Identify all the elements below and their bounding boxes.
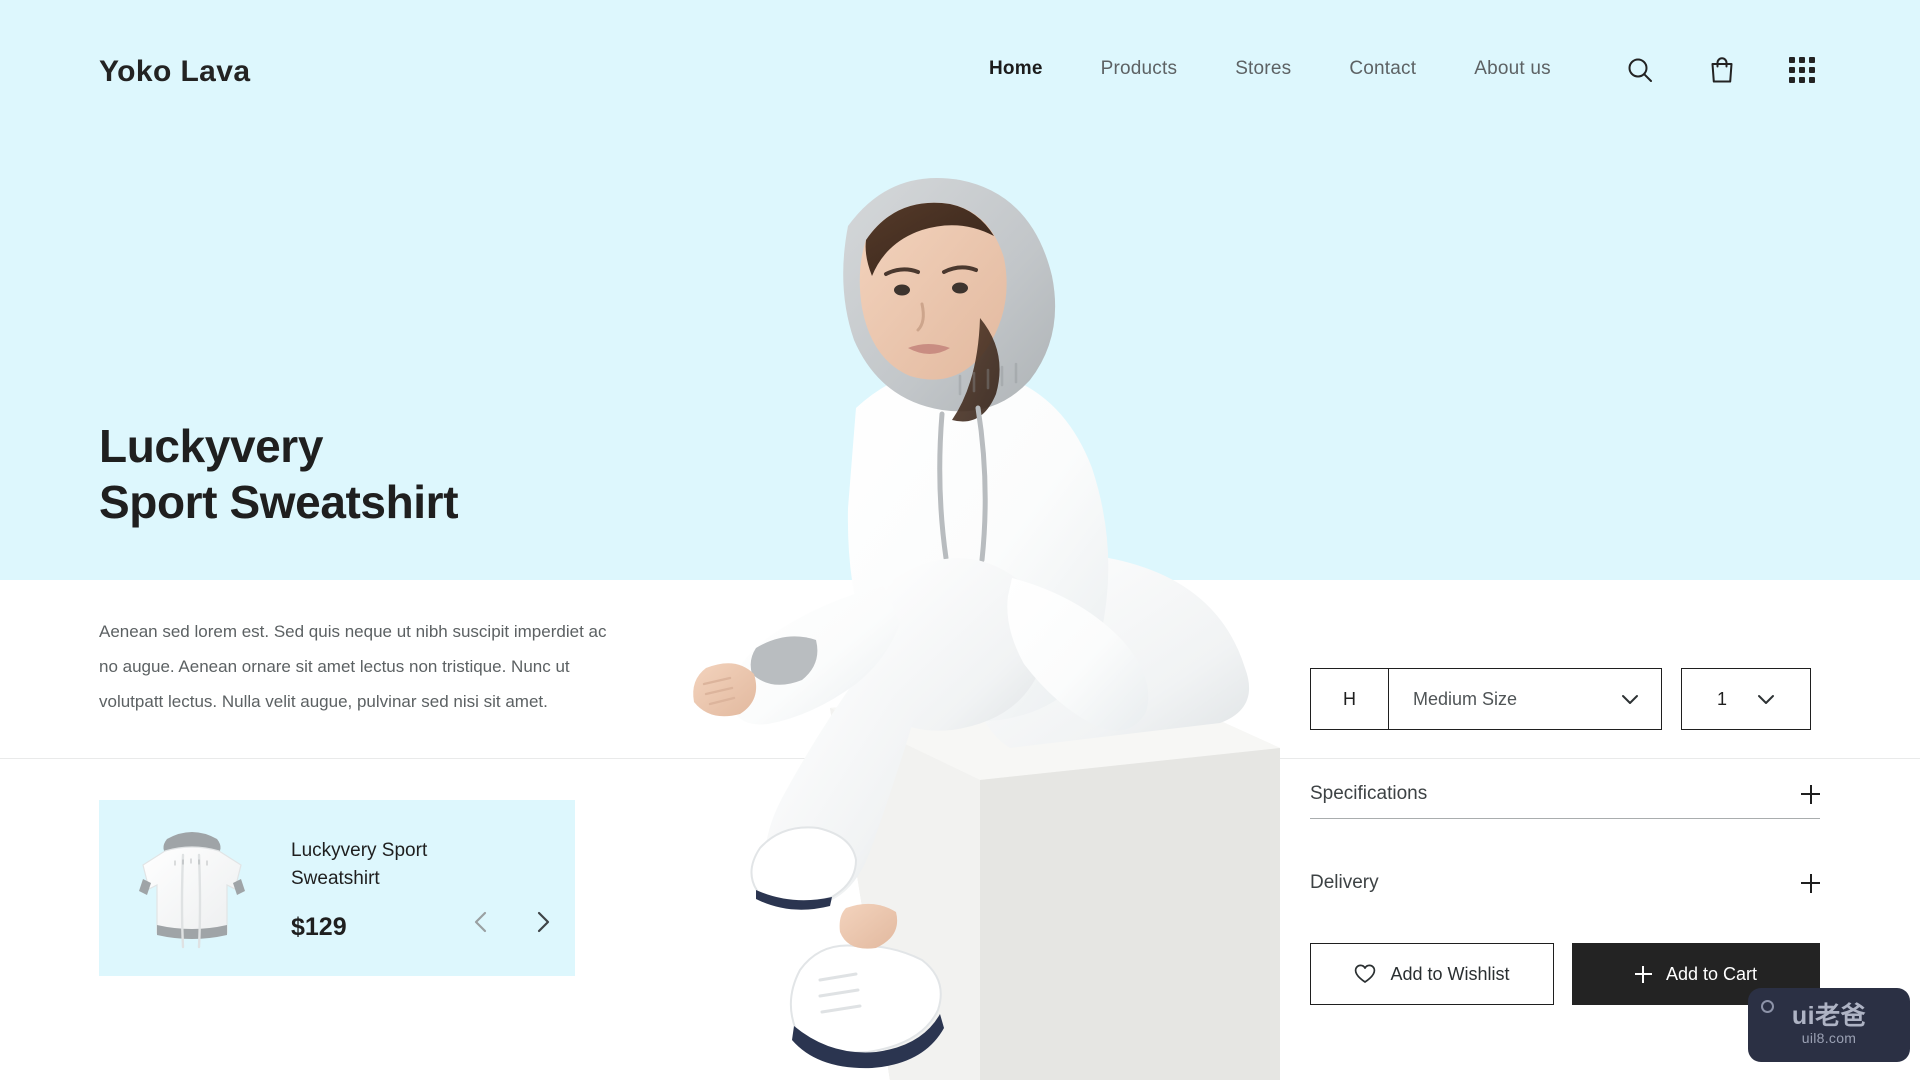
watermark-badge: ui老爸 uil8.com — [1748, 988, 1910, 1062]
size-and-quantity-row: H Medium Size 1 — [1310, 668, 1820, 730]
product-card-price: $129 — [291, 913, 347, 941]
product-thumbnail-image — [117, 813, 267, 963]
product-card-arrows — [469, 909, 555, 935]
header-icons — [1625, 55, 1815, 85]
accordion-delivery-label: Delivery — [1310, 872, 1379, 893]
page-title-line2: Sport Sweatshirt — [99, 476, 459, 529]
accordion-specifications-label: Specifications — [1310, 783, 1428, 804]
size-prefix-label: H — [1311, 669, 1389, 729]
product-card-title: Luckyvery Sport Sweatshirt — [291, 840, 428, 889]
chevron-right-icon[interactable] — [529, 909, 555, 935]
add-to-cart-label: Add to Cart — [1665, 963, 1758, 984]
product-card-info: Luckyvery Sport Sweatshirt $129 — [291, 813, 575, 963]
chevron-down-icon — [1758, 694, 1774, 704]
chevron-down-icon — [1622, 694, 1638, 704]
shopping-bag-icon[interactable] — [1707, 55, 1737, 85]
nav-item-stores[interactable]: Stores — [1206, 58, 1320, 80]
main-navigation: Home Products Stores Contact About us — [960, 58, 1580, 80]
accordion-specifications[interactable]: Specifications — [1310, 770, 1820, 818]
add-to-wishlist-button[interactable]: Add to Wishlist — [1310, 943, 1554, 1005]
quantity-value: 1 — [1716, 688, 1727, 709]
watermark-main-text: ui老爸 — [1791, 1002, 1867, 1030]
page-title-line1: Luckyvery — [99, 420, 323, 472]
page-title: Luckyvery Sport Sweatshirt — [99, 418, 459, 530]
product-thumbnail-card[interactable]: Luckyvery Sport Sweatshirt $129 — [99, 800, 575, 976]
accordion-divider — [1310, 818, 1820, 819]
search-icon[interactable] — [1625, 55, 1655, 85]
product-description: Aenean sed lorem est. Sed quis neque ut … — [99, 622, 607, 711]
action-buttons: Add to Wishlist Add to Cart — [1310, 943, 1820, 1005]
accordion-delivery[interactable]: Delivery — [1310, 859, 1820, 907]
product-options-panel: H Medium Size 1 Specifications Delivery — [1310, 668, 1820, 1005]
site-header: Yoko Lava Home Products Stores Contact A… — [0, 0, 1920, 130]
grid-menu-icon[interactable] — [1789, 57, 1815, 83]
nav-item-about-us[interactable]: About us — [1445, 58, 1580, 80]
nav-item-products[interactable]: Products — [1072, 58, 1207, 80]
chevron-left-icon[interactable] — [469, 909, 495, 935]
nav-item-home[interactable]: Home — [960, 58, 1072, 80]
plus-icon — [1634, 965, 1652, 983]
nav-item-contact[interactable]: Contact — [1320, 58, 1445, 80]
watermark-sub-text: uil8.com — [1801, 1030, 1857, 1046]
plus-icon[interactable] — [1801, 873, 1820, 893]
watermark-dot-icon — [1761, 1000, 1774, 1013]
pedestal-cube — [830, 680, 1280, 1080]
brand-logo[interactable]: Yoko Lava — [99, 55, 250, 89]
heart-icon — [1355, 964, 1376, 983]
size-dropdown-value: Medium Size — [1413, 688, 1518, 709]
plus-icon[interactable] — [1801, 784, 1820, 804]
add-to-wishlist-label: Add to Wishlist — [1390, 963, 1510, 984]
size-dropdown[interactable]: Medium Size — [1389, 669, 1661, 729]
size-selector[interactable]: H Medium Size — [1310, 668, 1662, 730]
quantity-dropdown[interactable]: 1 — [1681, 668, 1811, 730]
